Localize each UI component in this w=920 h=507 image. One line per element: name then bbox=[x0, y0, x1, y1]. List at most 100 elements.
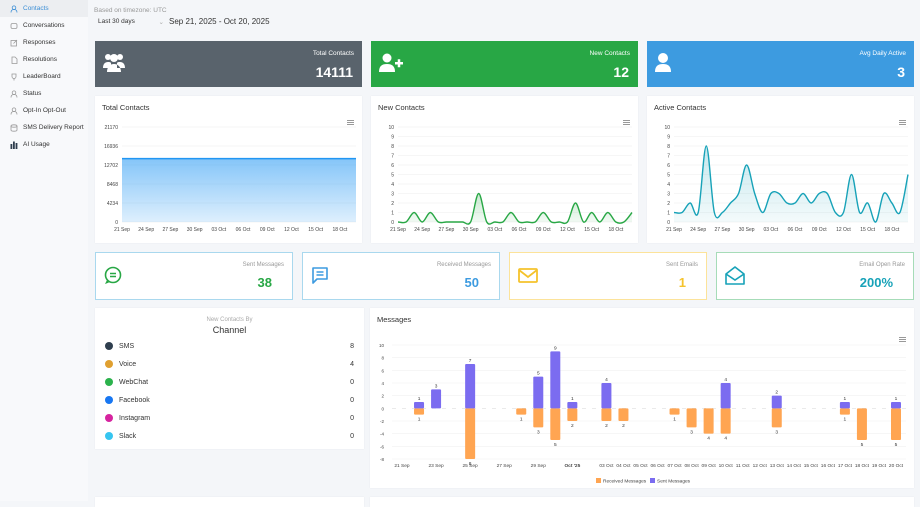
sidebar-item-resolutions[interactable]: Resolutions bbox=[0, 51, 88, 68]
y-tick-label: 7 bbox=[667, 154, 670, 160]
x-tick-label: 30 Sep bbox=[187, 227, 203, 233]
sidebar-item-label: Status bbox=[23, 90, 42, 97]
sidebar-item-leaderboard[interactable]: LeaderBoard bbox=[0, 68, 88, 85]
x-tick-label: 10 Oct bbox=[719, 463, 734, 469]
channel-count: 0 bbox=[350, 414, 354, 422]
stat-label: Received Messages bbox=[436, 262, 491, 268]
x-tick-label: 21 Sep bbox=[666, 227, 682, 233]
data-label: 5 bbox=[861, 442, 864, 448]
timezone-label: Based on timezone: UTC bbox=[94, 7, 167, 14]
sidebar: Contacts Conversations Responses Resolution… bbox=[0, 0, 88, 501]
data-label: 2 bbox=[571, 423, 574, 429]
channel-name: WebChat bbox=[119, 378, 149, 386]
sidebar-item-responses[interactable]: Responses bbox=[0, 34, 88, 51]
bar-received-messages bbox=[465, 408, 476, 459]
y-tick-label: 9 bbox=[667, 135, 670, 141]
channel-name: Slack bbox=[119, 432, 137, 440]
x-tick-label: 09 Oct bbox=[702, 463, 717, 469]
x-tick-label: 27 Sep bbox=[497, 463, 513, 469]
y-tick-label: 3 bbox=[667, 192, 670, 198]
x-tick-label: 24 Sep bbox=[138, 227, 154, 233]
kpi-label: Total Contacts bbox=[312, 50, 354, 57]
y-tick-label: 4234 bbox=[107, 201, 118, 207]
bottom-card bbox=[95, 497, 364, 507]
x-tick-label: 08 Oct bbox=[685, 463, 700, 469]
sidebar-item-label: AI Usage bbox=[23, 141, 50, 148]
data-label: 1 bbox=[418, 396, 421, 402]
y-tick-label: 16936 bbox=[104, 144, 118, 150]
date-range-select[interactable]: Last 30 days ⌄ bbox=[98, 18, 164, 26]
x-tick-label: 13 Oct bbox=[770, 463, 785, 469]
new-contacts-chart: 0 1 2 3 4 5 6 7 8 9 10 21 Sep 24 Sep 27 Sep 30 Sep 03 O… bbox=[388, 125, 633, 233]
x-tick-label: 24 Sep bbox=[690, 227, 706, 233]
sidebar-item-sms-delivery-report[interactable]: SMS Delivery Report bbox=[0, 119, 88, 136]
bar-received-messages bbox=[856, 408, 867, 440]
sidebar-item-conversations[interactable]: Conversations bbox=[0, 17, 88, 34]
channel-row-instagram: Instagram 0 bbox=[105, 412, 354, 424]
x-tick-label: 09 Oct bbox=[536, 227, 551, 233]
y-tick-label: -8 bbox=[380, 457, 384, 462]
edit-icon bbox=[10, 39, 18, 46]
x-tick-label: Oct '25 bbox=[564, 463, 580, 469]
chart-title: New Contacts bbox=[378, 103, 425, 112]
channel-row-facebook: Facebook 0 bbox=[105, 394, 354, 406]
bar-received-messages bbox=[720, 408, 731, 434]
stat-value: 50 bbox=[464, 275, 479, 290]
sidebar-item-ai-usage[interactable]: AI Usage bbox=[0, 136, 88, 153]
x-tick-label: 03 Oct bbox=[211, 227, 226, 233]
y-tick-label: 1 bbox=[667, 211, 670, 217]
y-tick-label: 6 bbox=[391, 163, 394, 169]
x-tick-label: 06 Oct bbox=[236, 227, 251, 233]
channel-title: Channel bbox=[212, 325, 247, 335]
bar-received-messages bbox=[618, 408, 629, 421]
y-tick-label: 8468 bbox=[107, 182, 118, 188]
x-tick-label: 03 Oct bbox=[487, 227, 502, 233]
bar-received-messages bbox=[601, 408, 612, 421]
bottom-card bbox=[370, 497, 914, 507]
data-label: 5 bbox=[554, 442, 557, 448]
sidebar-item-label: Opt-In Opt-Out bbox=[23, 107, 66, 114]
x-tick-label: 06 Oct bbox=[512, 227, 527, 233]
sidebar-item-label: SMS Delivery Report bbox=[23, 124, 84, 131]
user-icon bbox=[10, 5, 18, 13]
sidebar-item-status[interactable]: Status bbox=[0, 85, 88, 102]
x-tick-label: 07 Oct bbox=[667, 463, 682, 469]
data-label: 3 bbox=[435, 383, 438, 389]
chart-title: Active Contacts bbox=[654, 103, 707, 112]
stat-value: 1 bbox=[678, 275, 686, 290]
data-label: 2 bbox=[605, 423, 608, 429]
y-tick-label: 10 bbox=[664, 125, 670, 131]
x-tick-label: 21 Sep bbox=[390, 227, 406, 233]
user-icon bbox=[10, 107, 18, 115]
data-label: 4 bbox=[724, 377, 727, 383]
messages-chart-card: Messages -8 -6 -4 -2 0 2 4 6 8 10 21 Sep 23 Sep 2 5 S… bbox=[370, 308, 914, 488]
voice-icon bbox=[105, 360, 113, 368]
envelope-icon bbox=[518, 268, 538, 283]
sidebar-item-opt-in-opt-out[interactable]: Opt-In Opt-Out bbox=[0, 102, 88, 119]
x-tick-label: 06 Oct bbox=[650, 463, 665, 469]
bar-received-messages bbox=[533, 408, 544, 428]
user-icon bbox=[655, 53, 671, 72]
data-label: 7 bbox=[469, 358, 472, 364]
channel-card: New Contacts By Channel SMS 8 Voice 4 WebCha… bbox=[95, 308, 364, 449]
x-tick-label: 11 Oct bbox=[736, 463, 750, 469]
y-tick-label: 7 bbox=[391, 154, 394, 160]
chat-bubble-icon bbox=[104, 266, 122, 284]
channel-row-sms: SMS 8 bbox=[105, 340, 354, 352]
y-tick-label: 3 bbox=[391, 192, 394, 198]
bar-received-messages bbox=[771, 408, 782, 428]
y-tick-label: 6 bbox=[667, 163, 670, 169]
webchat-icon bbox=[105, 378, 113, 386]
y-tick-label: 10 bbox=[379, 343, 385, 348]
y-tick-label: 1 bbox=[391, 211, 394, 217]
bar-sent-messages bbox=[771, 395, 782, 409]
legend-label: Sent Messages bbox=[657, 479, 691, 485]
x-tick-label: 03 Oct bbox=[763, 227, 778, 233]
sidebar-item-contacts[interactable]: Contacts bbox=[0, 0, 88, 17]
x-tick-label: 21 Sep bbox=[394, 463, 410, 469]
data-label: 1 bbox=[844, 417, 847, 423]
stat-value: 200% bbox=[859, 275, 893, 290]
kpi-card-total-contacts: Total Contacts 14111 bbox=[95, 41, 362, 87]
channel-count: 8 bbox=[350, 342, 354, 350]
kpi-card-new-contacts: New Contacts 12 bbox=[371, 41, 638, 87]
